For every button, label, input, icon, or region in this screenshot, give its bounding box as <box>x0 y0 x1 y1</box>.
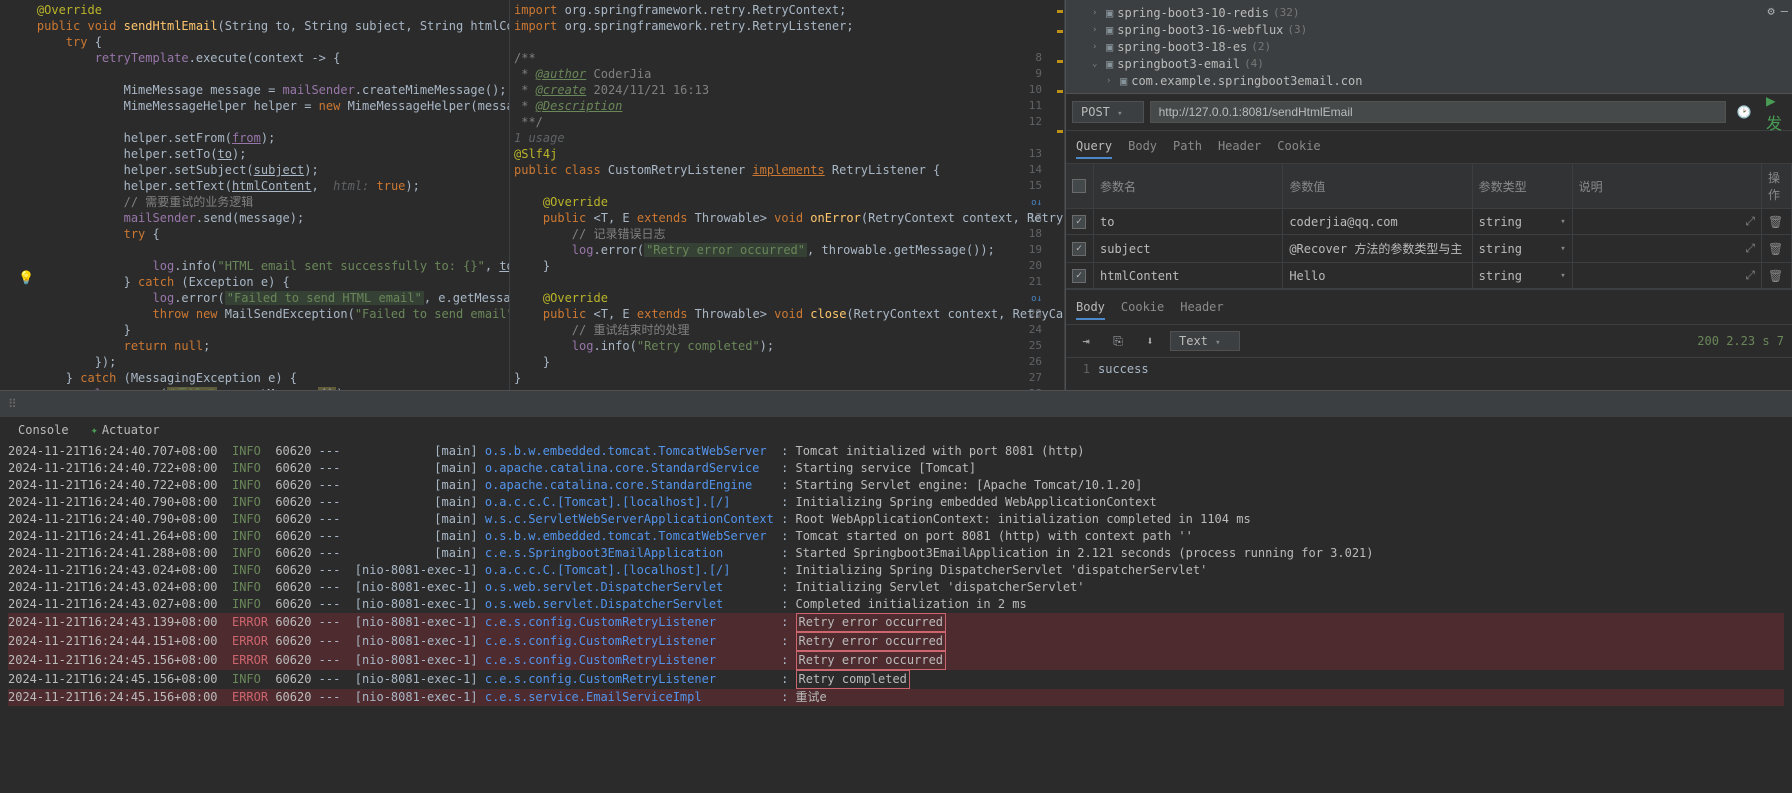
param-cell: 🗑 <box>1762 263 1792 289</box>
tab-actuator[interactable]: ✦Actuator <box>81 419 170 441</box>
param-cell[interactable]: @Recover 方法的参数类型与主 <box>1283 235 1472 263</box>
editor-left-pane[interactable]: @Override public void sendHtmlEmail(Stri… <box>0 0 510 390</box>
copy-icon[interactable]: ⎘ <box>1106 329 1130 353</box>
response-format-select[interactable]: Text ▾ <box>1170 331 1240 351</box>
resp-tab-cookie[interactable]: Cookie <box>1121 296 1164 320</box>
param-cell: 🗑 <box>1762 235 1792 263</box>
param-cell[interactable]: to <box>1094 209 1283 235</box>
actuator-icon: ✦ <box>91 423 98 437</box>
delete-icon[interactable]: 🗑 <box>1768 215 1783 229</box>
response-tabs: Body Cookie Header <box>1066 290 1792 324</box>
param-cell[interactable]: Hello <box>1283 263 1472 289</box>
console-output[interactable]: 2024-11-21T16:24:40.707+08:00 INFO 60620… <box>0 441 1792 793</box>
param-cell <box>1066 209 1094 235</box>
resp-tab-header[interactable]: Header <box>1180 296 1223 320</box>
select-all-checkbox[interactable] <box>1072 179 1086 193</box>
history-icon[interactable]: 🕑 <box>1732 100 1756 124</box>
wrap-icon[interactable]: ⇥ <box>1074 329 1098 353</box>
param-cell[interactable]: string ▾ <box>1473 209 1573 235</box>
param-checkbox[interactable] <box>1072 269 1086 283</box>
tree-item[interactable]: ›▣com.example.springboot3email.con <box>1074 72 1784 89</box>
response-status: 200 2.23 s 7 <box>1697 334 1784 348</box>
tab-header[interactable]: Header <box>1218 135 1261 159</box>
send-button[interactable]: ▶ 发 <box>1762 100 1786 124</box>
tab-cookie[interactable]: Cookie <box>1277 135 1320 159</box>
param-cell[interactable]: ⤢ <box>1573 235 1762 263</box>
resp-tab-body[interactable]: Body <box>1076 296 1105 320</box>
param-cell[interactable]: string ▾ <box>1473 263 1573 289</box>
right-tool-panel: ›▣spring-boot3-10-redis (32)›▣spring-boo… <box>1065 0 1792 390</box>
param-cell[interactable]: ⤢ <box>1573 209 1762 235</box>
tree-item[interactable]: ›▣spring-boot3-16-webflux (3) <box>1074 21 1784 38</box>
param-cell[interactable]: htmlContent <box>1094 263 1283 289</box>
delete-icon[interactable]: 🗑 <box>1768 269 1783 283</box>
folder-icon: ▣ <box>1106 40 1113 54</box>
intention-bulb-icon[interactable]: 💡 <box>18 271 34 286</box>
param-cell[interactable]: coderjia@qq.com <box>1283 209 1472 235</box>
param-cell[interactable]: ⤢ <box>1573 263 1762 289</box>
param-cell[interactable]: string ▾ <box>1473 235 1573 263</box>
param-checkbox[interactable] <box>1072 215 1086 229</box>
param-cell <box>1066 263 1094 289</box>
param-cell: 🗑 <box>1762 209 1792 235</box>
editor-right-pane[interactable]: 89101112131415o↓ 161718192021o↓ 22232425… <box>510 0 1065 390</box>
download-icon[interactable]: ⬇ <box>1138 329 1162 353</box>
response-body[interactable]: 1success <box>1066 358 1792 380</box>
project-tree[interactable]: ›▣spring-boot3-10-redis (32)›▣spring-boo… <box>1066 0 1792 94</box>
folder-icon: ▣ <box>1106 6 1113 20</box>
param-cell[interactable]: subject <box>1094 235 1283 263</box>
http-method-select[interactable]: POST ▾ <box>1072 101 1144 123</box>
tab-body[interactable]: Body <box>1128 135 1157 159</box>
folder-icon: ▣ <box>1106 23 1113 37</box>
param-cell <box>1066 235 1094 263</box>
request-tabs: Query Body Path Header Cookie <box>1066 131 1792 164</box>
tree-item[interactable]: ›▣spring-boot3-10-redis (32) <box>1074 4 1784 21</box>
tab-console[interactable]: Console <box>8 419 79 441</box>
console-panel: ⠿ ⚙ — Console ✦Actuator 2024-11-21T16:24… <box>0 390 1792 793</box>
tool-drag-handle[interactable]: ⠿ <box>8 397 17 411</box>
param-checkbox[interactable] <box>1072 242 1086 256</box>
tree-item[interactable]: ›▣spring-boot3-18-es (2) <box>1074 38 1784 55</box>
rest-client-panel: POST ▾ 🕑 ▶ 发 Query Body Path Header Cookie 参… <box>1066 94 1792 390</box>
folder-icon: ▣ <box>1106 57 1113 71</box>
folder-icon: ▣ <box>1120 74 1127 88</box>
delete-icon[interactable]: 🗑 <box>1768 242 1783 256</box>
tree-item[interactable]: ⌄▣springboot3-email (4) <box>1074 55 1784 72</box>
tab-query[interactable]: Query <box>1076 135 1112 159</box>
params-table: 参数名参数值参数类型说明操作tocoderjia@qq.comstring ▾⤢… <box>1066 164 1792 290</box>
tab-path[interactable]: Path <box>1173 135 1202 159</box>
url-input[interactable] <box>1150 101 1726 123</box>
